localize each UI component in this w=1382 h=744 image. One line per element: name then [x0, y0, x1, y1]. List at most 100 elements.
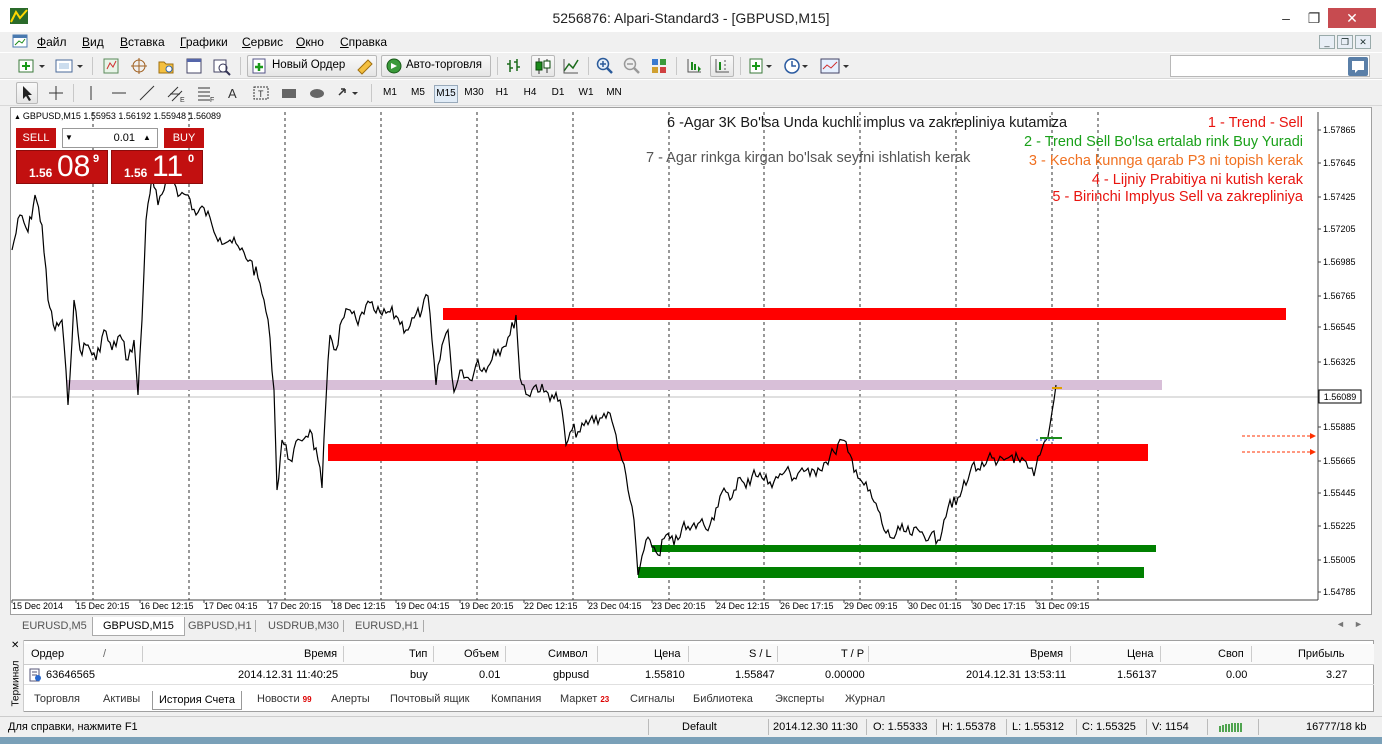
terminal-tab-alerts[interactable]: Алерты [331, 693, 370, 705]
buy-price-prefix: 1.56 [124, 166, 148, 180]
price-tick-label: 1.55445 [1323, 488, 1356, 498]
support-zone-lower [638, 567, 1144, 578]
taskbar [0, 737, 1382, 744]
col-tp[interactable]: T / P [841, 648, 864, 666]
terminal-tab-market[interactable]: Маркет 23 [560, 693, 609, 705]
terminal-tab-signals[interactable]: Сигналы [630, 693, 675, 705]
note-5[interactable]: 5 - Birinchi Implyus Sell va zakrepliniy… [1052, 189, 1303, 205]
time-tick-label: 24 Dec 12:15 [716, 601, 770, 611]
time-tick-label: 23 Dec 04:15 [588, 601, 642, 611]
note-2[interactable]: 2 - Trend Sell Bo'lsa ertalab rink Buy Y… [1024, 134, 1303, 150]
col-volume[interactable]: Объем [464, 648, 499, 666]
cell-open-price: 1.55810 [645, 669, 685, 681]
price-tick-label: 1.56985 [1323, 257, 1356, 267]
price-tick-label: 1.55885 [1323, 422, 1356, 432]
cell-open-time: 2014.12.31 11:40:25 [238, 669, 339, 681]
sell-price-box[interactable]: 1.56 08 9 [16, 150, 108, 184]
lilac-zone [67, 380, 1162, 390]
chart-tab-usdrub-m30[interactable]: USDRUB,M30 [258, 617, 349, 636]
col-sl[interactable]: S / L [749, 648, 772, 666]
note-7[interactable]: 7 - Agar rinkga kirgan bo'lsak seyfni is… [646, 150, 970, 166]
alert-arrow-1-icon [1310, 433, 1316, 439]
cell-order: 63646565 [46, 669, 95, 681]
sell-button[interactable]: SELL [16, 128, 56, 148]
col-order[interactable]: Ордер [31, 648, 64, 666]
terminal-tab-library[interactable]: Библиотека [693, 693, 753, 705]
status-low: L: 1.55312 [1012, 721, 1064, 733]
cell-close-time: 2014.12.31 13:53:11 [966, 669, 1067, 681]
col-sort-indicator: / [103, 648, 107, 660]
lot-value: 0.01 [113, 132, 135, 144]
terminal-close-icon[interactable]: ✕ [11, 640, 19, 651]
terminal-tab-company[interactable]: Компания [491, 693, 541, 705]
status-help: Для справки, нажмите F1 [8, 721, 138, 733]
terminal-tab-history[interactable]: История Счета [152, 691, 243, 710]
time-tick-label: 15 Dec 2014 [12, 601, 63, 611]
chart-tab-gbpusd-h1[interactable]: GBPUSD,H1 [178, 617, 262, 636]
time-tick-label: 30 Dec 17:15 [972, 601, 1026, 611]
time-tick-label: 31 Dec 09:15 [1036, 601, 1090, 611]
status-time: 2014.12.30 11:30 [773, 721, 858, 733]
price-tick-label: 1.55225 [1323, 521, 1356, 531]
col-swap[interactable]: Своп [1218, 648, 1244, 666]
cell-profit: 3.27 [1326, 669, 1348, 681]
terminal-tabs: Торговля Активы История Счета Новости 99… [24, 691, 1374, 711]
order-document-icon [28, 668, 42, 685]
tab-scroll-right-icon[interactable]: ► [1354, 619, 1363, 629]
col-open-time[interactable]: Время [304, 648, 337, 666]
cell-swap: 0.00 [1226, 669, 1248, 681]
lot-up-icon[interactable]: ▲ [143, 133, 151, 142]
cell-symbol: gbpusd [553, 669, 590, 681]
support-zone-upper [652, 545, 1156, 552]
chart-tab-eurusd-h1[interactable]: EURUSD,H1 [345, 617, 429, 636]
col-close-price[interactable]: Цена [1127, 648, 1153, 666]
news-badge: 99 [302, 695, 312, 704]
buy-button[interactable]: BUY [164, 128, 204, 148]
col-open-price[interactable]: Цена [654, 648, 680, 666]
terminal-tab-mailbox[interactable]: Почтовый ящик [390, 693, 469, 705]
chart-header: ▲ GBPUSD,M15 1.55953 1.56192 1.55948 1.5… [14, 111, 222, 121]
terminal-tab-journal[interactable]: Журнал [845, 693, 885, 705]
chart-tab-gbpusd-m15[interactable]: GBPUSD,M15 [92, 617, 185, 636]
connection-bars-icon[interactable] [1219, 722, 1243, 736]
terminal-side-bar: ✕ Терминал [8, 640, 24, 712]
chart-tab-eurusd-m5[interactable]: EURUSD,M5 [12, 617, 97, 636]
col-close-time[interactable]: Время [1030, 648, 1063, 666]
time-tick-label: 29 Dec 09:15 [844, 601, 898, 611]
status-close: C: 1.55325 [1082, 721, 1136, 733]
terminal-tab-experts[interactable]: Эксперты [775, 693, 824, 705]
time-tick-label: 15 Dec 20:15 [76, 601, 130, 611]
col-type[interactable]: Тип [409, 648, 427, 666]
status-bar: Для справки, нажмите F1 Default 2014.12.… [0, 716, 1382, 736]
time-tick-label: 26 Dec 17:15 [780, 601, 834, 611]
terminal-tab-assets[interactable]: Активы [103, 693, 140, 705]
status-traffic: 16777/18 kb [1306, 721, 1367, 733]
cell-sl: 1.55847 [735, 669, 775, 681]
col-symbol[interactable]: Символ [548, 648, 588, 666]
note-1[interactable]: 1 - Trend - Sell [1208, 115, 1303, 131]
news-label: Новости [257, 693, 300, 705]
resistance-zone-lower [328, 444, 1148, 461]
tab-scroll-left-icon[interactable]: ◄ [1336, 619, 1345, 629]
terminal-tab-news[interactable]: Новости 99 [257, 693, 312, 705]
time-tick-label: 17 Dec 04:15 [204, 601, 258, 611]
note-3[interactable]: 3 - Kecha kunnga qarab P3 ni topish kera… [1029, 153, 1303, 169]
time-tick-label: 19 Dec 20:15 [460, 601, 514, 611]
lot-input[interactable]: ▼ 0.01 ▲ [62, 128, 158, 148]
one-click-trading-panel: SELL ▼ 0.01 ▲ BUY 1.56 08 9 1.56 11 0 [16, 126, 206, 184]
terminal-header-row [24, 644, 1374, 665]
note-4[interactable]: 4 - Lijniy Prabitiya ni kutish kerak [1092, 172, 1303, 188]
table-row[interactable] [24, 665, 1374, 685]
col-profit[interactable]: Прибыль [1298, 648, 1345, 666]
market-label: Маркет [560, 693, 598, 705]
status-open: O: 1.55333 [873, 721, 928, 733]
status-profile[interactable]: Default [682, 721, 717, 733]
alert-arrow-2-icon [1310, 449, 1316, 455]
lot-down-icon[interactable]: ▼ [65, 133, 73, 142]
price-tick-label: 1.57865 [1323, 125, 1356, 135]
buy-price-box[interactable]: 1.56 11 0 [111, 150, 203, 184]
resistance-zone-upper [443, 308, 1286, 320]
terminal-tab-trade[interactable]: Торговля [34, 693, 80, 705]
price-series [11, 173, 1057, 576]
note-6[interactable]: 6 -Agar 3K Bo'lsa Unda kuchli implus va … [667, 115, 1067, 131]
